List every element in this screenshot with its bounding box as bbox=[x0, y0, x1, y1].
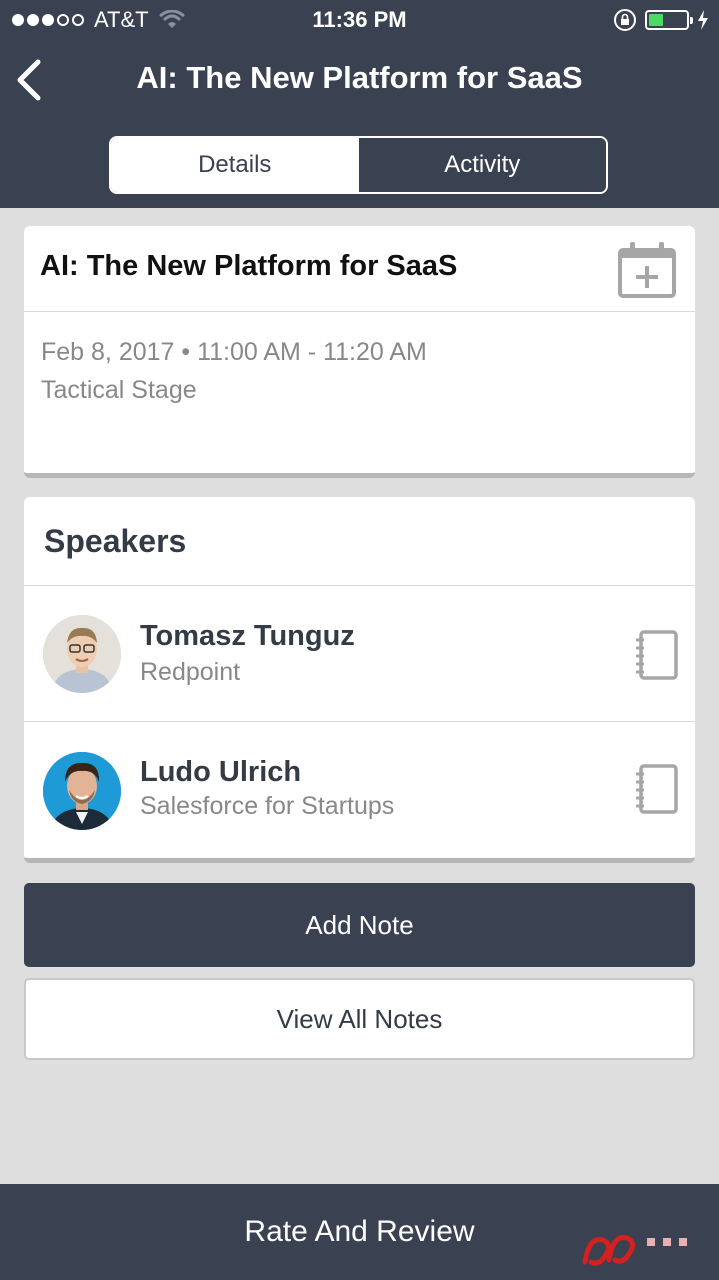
battery-icon bbox=[645, 10, 693, 30]
speaker-name: Tomasz Tunguz bbox=[140, 620, 355, 652]
calendar-plus-icon bbox=[618, 242, 676, 298]
add-to-calendar-button[interactable] bbox=[617, 240, 677, 300]
speaker-name: Ludo Ulrich bbox=[140, 756, 302, 788]
status-bar: AT&T 11:36 PM bbox=[0, 0, 719, 40]
notebook-icon bbox=[636, 764, 678, 814]
status-time: 11:36 PM bbox=[312, 7, 407, 32]
session-datetime: Feb 8, 2017 • 11:00 AM - 11:20 AM bbox=[41, 338, 427, 366]
add-note-button[interactable]: Add Note bbox=[24, 883, 695, 967]
watermark-logo bbox=[582, 1234, 687, 1266]
avatar bbox=[43, 752, 121, 830]
speaker-row-ludo-ulrich[interactable]: Ludo Ulrich Salesforce for Startups bbox=[24, 722, 695, 857]
speaker-org: Redpoint bbox=[140, 658, 241, 686]
rotation-lock-icon bbox=[614, 9, 636, 31]
tab-activity[interactable]: Activity bbox=[358, 138, 606, 192]
session-location: Tactical Stage bbox=[41, 376, 197, 404]
view-all-notes-button[interactable]: View All Notes bbox=[24, 978, 695, 1060]
segmented-control: Details Activity bbox=[109, 136, 608, 194]
session-card: AI: The New Platform for SaaS Feb 8, 201… bbox=[24, 226, 695, 478]
divider bbox=[24, 311, 695, 312]
speakers-heading: Speakers bbox=[44, 523, 187, 559]
charging-bolt-icon bbox=[698, 10, 708, 30]
speaker-org: Salesforce for Startups bbox=[140, 792, 395, 820]
speaker-row-tomasz-tunguz[interactable]: Tomasz Tunguz Redpoint bbox=[24, 586, 695, 721]
header-bar: AT&T 11:36 PM AI: The New Platform for S bbox=[0, 0, 719, 208]
tab-details[interactable]: Details bbox=[111, 138, 359, 192]
notebook-button[interactable] bbox=[635, 764, 679, 814]
avatar bbox=[43, 615, 121, 693]
page-title: AI: The New Platform for SaaS bbox=[136, 60, 583, 95]
notebook-icon bbox=[636, 630, 678, 680]
notebook-button[interactable] bbox=[635, 630, 679, 680]
speakers-card: Speakers Tomasz Tunguz Redpoint Ludo Ulr… bbox=[24, 497, 695, 863]
session-title: AI: The New Platform for SaaS bbox=[40, 250, 458, 282]
